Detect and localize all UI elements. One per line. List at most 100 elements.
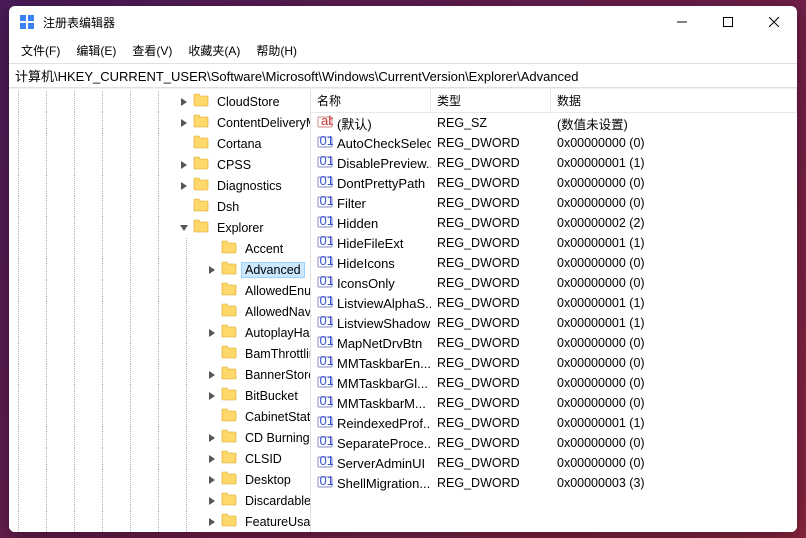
expand-icon[interactable] [177, 161, 191, 169]
value-row[interactable]: ab(默认)REG_SZ(数值未设置) [311, 113, 797, 133]
menu-edit[interactable]: 编辑(E) [68, 40, 124, 61]
value-row[interactable]: 011IconsOnlyREG_DWORD0x00000000 (0) [311, 273, 797, 293]
svg-text:011: 011 [320, 294, 334, 308]
close-button[interactable] [751, 6, 797, 38]
value-name: ShellMigration... [337, 476, 430, 491]
value-data: 0x00000001 (1) [551, 296, 797, 310]
value-icon: 011 [317, 314, 337, 333]
list-pane[interactable]: 名称 类型 数据 ab(默认)REG_SZ(数值未设置)011AutoCheck… [311, 89, 797, 532]
tree-item[interactable]: ContentDeliveryM [9, 112, 310, 133]
value-row[interactable]: 011ListviewShadowREG_DWORD0x00000001 (1) [311, 313, 797, 333]
tree-item[interactable]: AllowedEnume [9, 280, 310, 301]
value-type: REG_SZ [431, 116, 551, 130]
expand-icon[interactable] [205, 497, 219, 505]
value-type: REG_DWORD [431, 276, 551, 290]
value-row[interactable]: 011FilterREG_DWORD0x00000000 (0) [311, 193, 797, 213]
folder-icon [219, 513, 241, 530]
value-row[interactable]: 011AutoCheckSelectREG_DWORD0x00000000 (0… [311, 133, 797, 153]
expand-icon[interactable] [205, 455, 219, 463]
svg-text:011: 011 [320, 314, 334, 328]
value-row[interactable]: 011ServerAdminUIREG_DWORD0x00000000 (0) [311, 453, 797, 473]
value-icon: 011 [317, 194, 337, 213]
tree-item[interactable]: CloudStore [9, 91, 310, 112]
value-row[interactable]: 011ShellMigration...REG_DWORD0x00000003 … [311, 473, 797, 493]
value-data: 0x00000000 (0) [551, 396, 797, 410]
list-header: 名称 类型 数据 [311, 89, 797, 113]
expand-icon[interactable] [205, 371, 219, 379]
value-row[interactable]: 011MMTaskbarGl...REG_DWORD0x00000000 (0) [311, 373, 797, 393]
tree-item[interactable]: CLSID [9, 448, 310, 469]
value-type: REG_DWORD [431, 156, 551, 170]
expand-icon[interactable] [205, 518, 219, 526]
tree-item[interactable]: Accent [9, 238, 310, 259]
value-row[interactable]: 011DontPrettyPathREG_DWORD0x00000000 (0) [311, 173, 797, 193]
tree-item[interactable]: Dsh [9, 196, 310, 217]
value-row[interactable]: 011HideFileExtREG_DWORD0x00000001 (1) [311, 233, 797, 253]
value-type: REG_DWORD [431, 216, 551, 230]
value-row[interactable]: 011SeparateProce...REG_DWORD0x00000000 (… [311, 433, 797, 453]
tree-item[interactable]: Desktop [9, 469, 310, 490]
address-bar[interactable]: 计算机\HKEY_CURRENT_USER\Software\Microsoft… [9, 64, 797, 88]
expand-icon[interactable] [205, 434, 219, 442]
expand-icon[interactable] [177, 119, 191, 127]
value-data: 0x00000000 (0) [551, 336, 797, 350]
column-type[interactable]: 类型 [431, 89, 551, 112]
value-data: (数值未设置) [551, 114, 797, 133]
tree-item[interactable]: CPSS [9, 154, 310, 175]
tree-item[interactable]: AllowedNaviga [9, 301, 310, 322]
tree-item[interactable]: Advanced [9, 259, 310, 280]
tree-item[interactable]: AutoplayHand [9, 322, 310, 343]
expand-icon[interactable] [205, 392, 219, 400]
value-name: ListviewShadow [337, 316, 430, 331]
expand-icon[interactable] [177, 98, 191, 106]
tree-item[interactable]: Discardable [9, 490, 310, 511]
svg-text:011: 011 [320, 194, 334, 208]
menu-view[interactable]: 查看(V) [124, 40, 180, 61]
svg-text:011: 011 [320, 254, 334, 268]
value-data: 0x00000000 (0) [551, 256, 797, 270]
value-icon: 011 [317, 154, 337, 173]
value-data: 0x00000000 (0) [551, 376, 797, 390]
tree-item[interactable]: CD Burning [9, 427, 310, 448]
menu-favorites[interactable]: 收藏夹(A) [180, 40, 248, 61]
value-row[interactable]: 011MMTaskbarM...REG_DWORD0x00000000 (0) [311, 393, 797, 413]
tree-item[interactable]: BamThrottling [9, 343, 310, 364]
expand-icon[interactable] [205, 266, 219, 274]
tree-item[interactable]: Diagnostics [9, 175, 310, 196]
tree-label: AutoplayHand [241, 325, 311, 341]
tree-item[interactable]: BitBucket [9, 385, 310, 406]
menu-file[interactable]: 文件(F) [13, 40, 68, 61]
maximize-button[interactable] [705, 6, 751, 38]
value-row[interactable]: 011MMTaskbarEn...REG_DWORD0x00000000 (0) [311, 353, 797, 373]
folder-icon [219, 450, 241, 467]
value-icon: 011 [317, 274, 337, 293]
folder-icon [219, 471, 241, 488]
expand-icon[interactable] [205, 329, 219, 337]
value-name: MMTaskbarGl... [337, 376, 428, 391]
value-row[interactable]: 011MapNetDrvBtnREG_DWORD0x00000000 (0) [311, 333, 797, 353]
value-data: 0x00000001 (1) [551, 416, 797, 430]
value-row[interactable]: 011HiddenREG_DWORD0x00000002 (2) [311, 213, 797, 233]
tree-item[interactable]: Explorer [9, 217, 310, 238]
tree-item[interactable]: CabinetState [9, 406, 310, 427]
column-data[interactable]: 数据 [551, 89, 797, 112]
minimize-button[interactable] [659, 6, 705, 38]
value-type: REG_DWORD [431, 436, 551, 450]
tree-item[interactable]: FeatureUsage [9, 511, 310, 532]
expand-icon[interactable] [177, 224, 191, 232]
menu-help[interactable]: 帮助(H) [248, 40, 305, 61]
value-row[interactable]: 011ReindexedProf...REG_DWORD0x00000001 (… [311, 413, 797, 433]
tree-item[interactable]: Cortana [9, 133, 310, 154]
value-row[interactable]: 011ListviewAlphaS...REG_DWORD0x00000001 … [311, 293, 797, 313]
value-icon: 011 [317, 334, 337, 353]
tree-pane[interactable]: CloudStoreContentDeliveryMCortanaCPSSDia… [9, 89, 311, 532]
value-row[interactable]: 011DisablePreview...REG_DWORD0x00000001 … [311, 153, 797, 173]
value-row[interactable]: 011HideIconsREG_DWORD0x00000000 (0) [311, 253, 797, 273]
column-name[interactable]: 名称 [311, 89, 431, 112]
value-data: 0x00000001 (1) [551, 236, 797, 250]
expand-icon[interactable] [205, 476, 219, 484]
tree-item[interactable]: BannerStore [9, 364, 310, 385]
expand-icon[interactable] [177, 182, 191, 190]
value-data: 0x00000000 (0) [551, 276, 797, 290]
titlebar[interactable]: 注册表编辑器 [9, 6, 797, 38]
